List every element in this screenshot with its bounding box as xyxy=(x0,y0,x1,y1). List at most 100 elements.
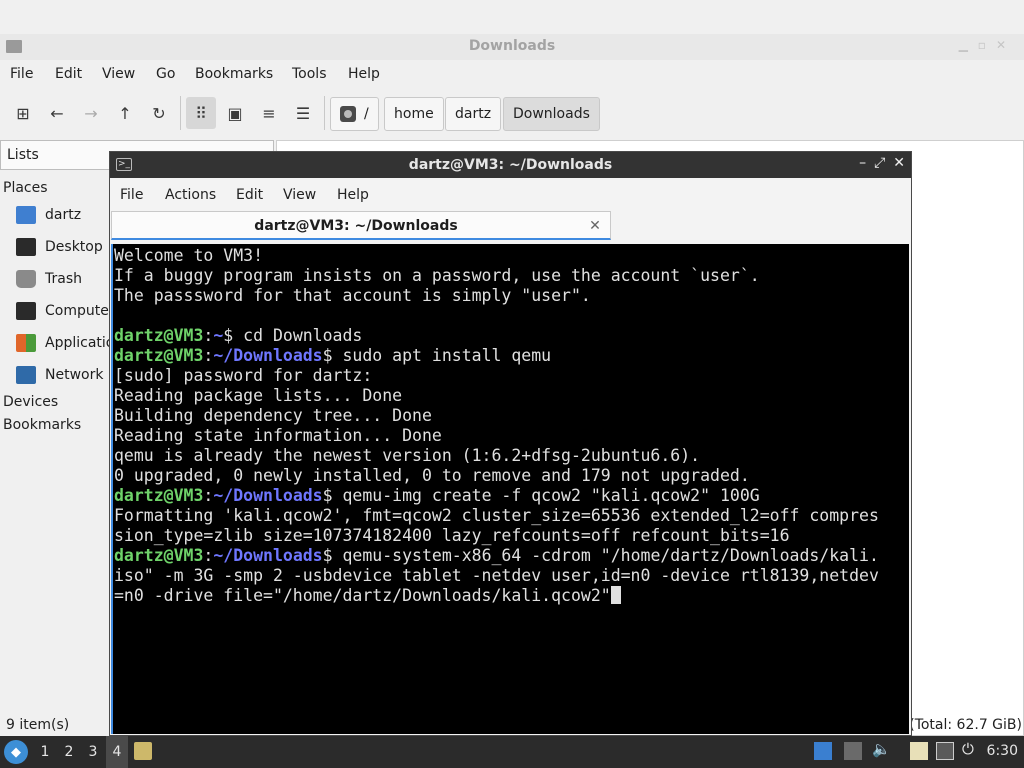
place-desktop[interactable]: Desktop xyxy=(16,234,116,260)
prompt-path: ~/Downloads xyxy=(213,486,323,505)
applications-icon xyxy=(16,334,36,352)
command-text: $ cd Downloads xyxy=(223,326,363,345)
workspace-3[interactable]: 3 xyxy=(82,736,104,768)
detailed-view-icon[interactable]: ☰ xyxy=(288,97,318,129)
menu-file[interactable]: File xyxy=(120,187,143,203)
output-text: Welcome to VM3! xyxy=(114,246,264,265)
prompt-path: ~/Downloads xyxy=(213,346,323,365)
prompt-separator: : xyxy=(203,326,214,345)
terminal-tab[interactable]: dartz@VM3: ~/Downloads ✕ xyxy=(111,211,611,240)
terminal-line: Welcome to VM3! xyxy=(114,246,908,266)
menu-edit[interactable]: Edit xyxy=(236,187,263,203)
prompt-user: dartz@VM3 xyxy=(114,326,204,345)
output-text: [sudo] password for dartz: xyxy=(114,366,373,385)
file-manager-toolbar: ⊞ ← → ↑ ↻ ⠿ ▣ ≡ ☰ / home dartz Downloads xyxy=(0,94,1024,134)
volume-icon[interactable]: 🔈 xyxy=(872,740,891,758)
terminal-line: Formatting 'kali.qcow2', fmt=qcow2 clust… xyxy=(114,506,908,526)
show-desktop-icon[interactable] xyxy=(814,742,832,760)
terminal-title: dartz@VM3: ~/Downloads xyxy=(408,157,613,173)
terminal-line: qemu is already the newest version (1:6.… xyxy=(114,446,908,466)
command-text: $ qemu-system-x86_64 -cdrom "/home/dartz… xyxy=(322,546,879,565)
up-arrow-icon[interactable]: ↑ xyxy=(110,97,140,129)
menu-tools[interactable]: Tools xyxy=(292,66,327,82)
place-applications[interactable]: Applications xyxy=(16,330,116,356)
menu-help[interactable]: Help xyxy=(337,187,369,203)
place-dartz[interactable]: dartz xyxy=(16,202,116,228)
menu-edit[interactable]: Edit xyxy=(55,66,82,82)
breadcrumb-dartz[interactable]: dartz xyxy=(445,97,502,131)
output-text: iso" -m 3G -smp 2 -usbdevice tablet -net… xyxy=(114,566,879,585)
start-menu-icon[interactable]: ◆ xyxy=(4,740,28,764)
output-text: The passsword for that account is simply… xyxy=(114,286,591,305)
breadcrumb-root[interactable]: / xyxy=(330,97,379,131)
icon-view-icon[interactable]: ⠿ xyxy=(186,97,216,129)
workspace-1[interactable]: 1 xyxy=(34,736,56,768)
update-notifier-icon[interactable] xyxy=(844,742,862,760)
drive-icon xyxy=(340,106,356,122)
file-manager-task-icon[interactable] xyxy=(134,742,152,760)
clipboard-icon[interactable] xyxy=(910,742,928,760)
terminal-line: iso" -m 3G -smp 2 -usbdevice tablet -net… xyxy=(114,566,908,586)
menu-help[interactable]: Help xyxy=(348,66,380,82)
prompt-user: dartz@VM3 xyxy=(114,486,204,505)
reload-icon[interactable]: ↻ xyxy=(144,97,174,129)
close-icon[interactable]: ✕ xyxy=(893,155,905,171)
taskbar: ◆ 1 2 3 4 🔈 ⏻ 6:30 xyxy=(0,736,1024,768)
toolbar-separator xyxy=(180,96,181,130)
output-text: Reading package lists... Done xyxy=(114,386,403,405)
terminal-line: 0 upgraded, 0 newly installed, 0 to remo… xyxy=(114,466,908,486)
prompt-path: ~/Downloads xyxy=(213,546,323,565)
terminal-line: dartz@VM3:~/Downloads$ qemu-img create -… xyxy=(114,486,908,506)
place-computer[interactable]: Computer xyxy=(16,298,116,324)
place-network[interactable]: Network xyxy=(16,362,116,388)
file-manager-titlebar[interactable]: Downloads ▁▫✕ xyxy=(0,34,1024,60)
menu-view[interactable]: View xyxy=(283,187,316,203)
prompt-user: dartz@VM3 xyxy=(114,346,204,365)
terminal-line: dartz@VM3:~/Downloads$ qemu-system-x86_6… xyxy=(114,546,908,566)
terminal-tab-label: dartz@VM3: ~/Downloads xyxy=(254,218,458,234)
toolbar-separator xyxy=(324,96,325,130)
status-item-count: 9 item(s) xyxy=(6,717,70,733)
terminal-output[interactable]: Welcome to VM3! If a buggy program insist… xyxy=(111,244,909,734)
output-text: Reading state information... Done xyxy=(114,426,442,445)
new-tab-icon[interactable]: ⊞ xyxy=(8,97,38,129)
place-trash[interactable]: Trash xyxy=(16,266,116,292)
compact-view-icon[interactable]: ≡ xyxy=(254,97,284,129)
back-arrow-icon[interactable]: ← xyxy=(42,97,72,129)
place-label: dartz xyxy=(45,207,82,223)
maximize-icon[interactable]: ⤢ xyxy=(874,155,885,171)
thumbnail-view-icon[interactable]: ▣ xyxy=(220,97,250,129)
menu-go[interactable]: Go xyxy=(156,66,175,82)
terminal-line: Reading package lists... Done xyxy=(114,386,908,406)
output-text: qemu is already the newest version (1:6.… xyxy=(114,446,701,465)
menu-actions[interactable]: Actions xyxy=(165,187,216,203)
terminal-window: >_ dartz@VM3: ~/Downloads – ⤢ ✕ File Act… xyxy=(109,151,912,736)
forward-arrow-icon[interactable]: → xyxy=(76,97,106,129)
prompt-path: ~ xyxy=(213,326,224,345)
output-text: If a buggy program insists on a password… xyxy=(114,266,760,285)
command-text: $ qemu-img create -f qcow2 "kali.qcow2" … xyxy=(322,486,760,505)
terminal-menubar: File Actions Edit View Help xyxy=(110,182,911,208)
menu-bookmarks[interactable]: Bookmarks xyxy=(195,66,273,82)
terminal-titlebar[interactable]: >_ dartz@VM3: ~/Downloads – ⤢ ✕ xyxy=(110,152,911,178)
place-label: Computer xyxy=(45,303,115,319)
workspace-4[interactable]: 4 xyxy=(106,736,128,768)
file-manager-title: Downloads xyxy=(468,38,556,54)
text-cursor xyxy=(610,586,621,604)
clock: 6:30 xyxy=(986,743,1018,759)
menu-view[interactable]: View xyxy=(102,66,135,82)
menu-file[interactable]: File xyxy=(10,66,33,82)
side-pane: Places dartz Desktop Trash Computer Appl… xyxy=(0,172,116,732)
workspace-2[interactable]: 2 xyxy=(58,736,80,768)
minimize-icon[interactable]: – xyxy=(859,155,866,171)
terminal-line: dartz@VM3:~$ cd Downloads xyxy=(114,326,908,346)
tab-close-icon[interactable]: ✕ xyxy=(588,218,602,234)
output-text: 0 upgraded, 0 newly installed, 0 to remo… xyxy=(114,466,750,485)
breadcrumb-home[interactable]: home xyxy=(384,97,444,131)
window-controls[interactable]: ▁▫✕ xyxy=(959,38,1016,52)
breadcrumb-downloads[interactable]: Downloads xyxy=(503,97,600,131)
network-status-icon[interactable] xyxy=(936,742,954,760)
power-icon[interactable]: ⏻ xyxy=(962,740,980,758)
output-text: sion_type=zlib size=107374182400 lazy_re… xyxy=(114,526,790,545)
